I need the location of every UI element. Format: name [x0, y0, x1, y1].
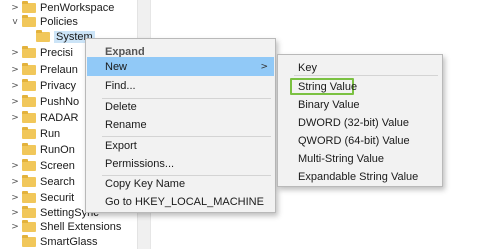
folder-icon [22, 46, 36, 58]
chevron-right-icon[interactable]: > [10, 193, 20, 203]
tree-item-label: PushNo [40, 96, 80, 108]
submenu-item-expandable-string-value[interactable]: Expandable String Value [279, 167, 441, 186]
tree-item-prelaunch[interactable]: > Prelaun [10, 62, 78, 78]
chevron-right-icon[interactable]: > [10, 48, 20, 58]
chevron-right-icon[interactable]: > [10, 65, 20, 75]
chevron-right-icon[interactable]: > [10, 113, 20, 123]
menu-item-permissions[interactable]: Permissions... [87, 154, 274, 173]
tree-item-label: Policies [40, 16, 78, 28]
tree-item-screen[interactable]: > Screen [10, 158, 75, 174]
tree-item-radar[interactable]: > RADAR [10, 110, 79, 126]
tree-item-label: SmartGlass [40, 236, 98, 248]
tree-item-label: RunOn [40, 144, 75, 156]
chevron-right-icon[interactable]: > [10, 222, 20, 232]
folder-icon [22, 15, 36, 27]
chevron-down-icon[interactable]: v [10, 17, 20, 27]
folder-icon [22, 159, 36, 171]
folder-icon [22, 220, 36, 232]
submenu-item-binary-value[interactable]: Binary Value [279, 95, 441, 114]
tree-item-search[interactable]: > Search [10, 174, 75, 190]
folder-icon [22, 1, 36, 13]
new-submenu: Key String Value Binary Value DWORD (32-… [277, 54, 443, 187]
folder-icon [22, 191, 36, 203]
folder-icon [22, 79, 36, 91]
chevron-right-icon[interactable]: > [10, 161, 20, 171]
tree-item-pushnotifications[interactable]: > PushNo [10, 94, 79, 110]
folder-icon [22, 127, 36, 139]
tree-item-label: Screen [40, 160, 75, 172]
menu-item-export[interactable]: Export [87, 136, 274, 155]
chevron-right-icon[interactable]: > [10, 97, 20, 107]
folder-icon [22, 111, 36, 123]
folder-icon [22, 143, 36, 155]
tree-item-precision[interactable]: > Precisi [10, 45, 73, 61]
folder-icon [22, 206, 36, 218]
tree-item-shell-extensions[interactable]: > Shell Extensions [10, 219, 121, 235]
submenu-item-qword-value[interactable]: QWORD (64-bit) Value [279, 131, 441, 150]
folder-icon [36, 30, 50, 42]
chevron-right-icon[interactable]: > [10, 3, 20, 13]
tree-item-smartglass[interactable]: SmartGlass [22, 234, 97, 249]
tree-item-label: Securit [40, 192, 75, 204]
tree-item-runonce[interactable]: RunOn [22, 142, 75, 158]
chevron-right-icon: > [260, 61, 268, 72]
tree-item-label: Shell Extensions [40, 221, 122, 233]
context-menu: Expand New > Find... Delete Rename Expor… [85, 38, 276, 213]
menu-separator [294, 75, 438, 76]
tree-item-label: Prelaun [40, 64, 78, 76]
chevron-right-icon[interactable]: > [10, 177, 20, 187]
chevron-right-icon[interactable]: > [10, 208, 20, 218]
submenu-item-dword-value[interactable]: DWORD (32-bit) Value [279, 113, 441, 132]
menu-item-rename[interactable]: Rename [87, 115, 274, 134]
folder-icon [22, 63, 36, 75]
tree-item-policies[interactable]: v Policies [10, 14, 78, 30]
menu-item-copy-key-name[interactable]: Copy Key Name [87, 174, 274, 193]
folder-icon [22, 95, 36, 107]
menu-item-find[interactable]: Find... [87, 76, 274, 95]
submenu-item-multi-string-value[interactable]: Multi-String Value [279, 149, 441, 168]
tree-item-label: Precisi [40, 47, 74, 59]
menu-item-new[interactable]: New > [87, 57, 274, 76]
tree-item-security[interactable]: > Securit [10, 190, 74, 206]
folder-icon [22, 235, 36, 247]
tree-item-label: Privacy [40, 80, 77, 92]
tree-item-label: RADAR [40, 112, 79, 124]
chevron-right-icon[interactable]: > [10, 81, 20, 91]
submenu-item-string-value[interactable]: String Value [279, 77, 441, 96]
tree-item-label: Run [40, 128, 61, 140]
tree-item-privacy[interactable]: > Privacy [10, 78, 76, 94]
menu-item-delete[interactable]: Delete [87, 97, 274, 116]
tree-item-label: PenWorkspace [40, 2, 115, 14]
folder-icon [22, 175, 36, 187]
tree-item-label: Search [40, 176, 75, 188]
menu-item-goto-hklm[interactable]: Go to HKEY_LOCAL_MACHINE [87, 192, 274, 211]
tree-item-run[interactable]: Run [22, 126, 60, 142]
